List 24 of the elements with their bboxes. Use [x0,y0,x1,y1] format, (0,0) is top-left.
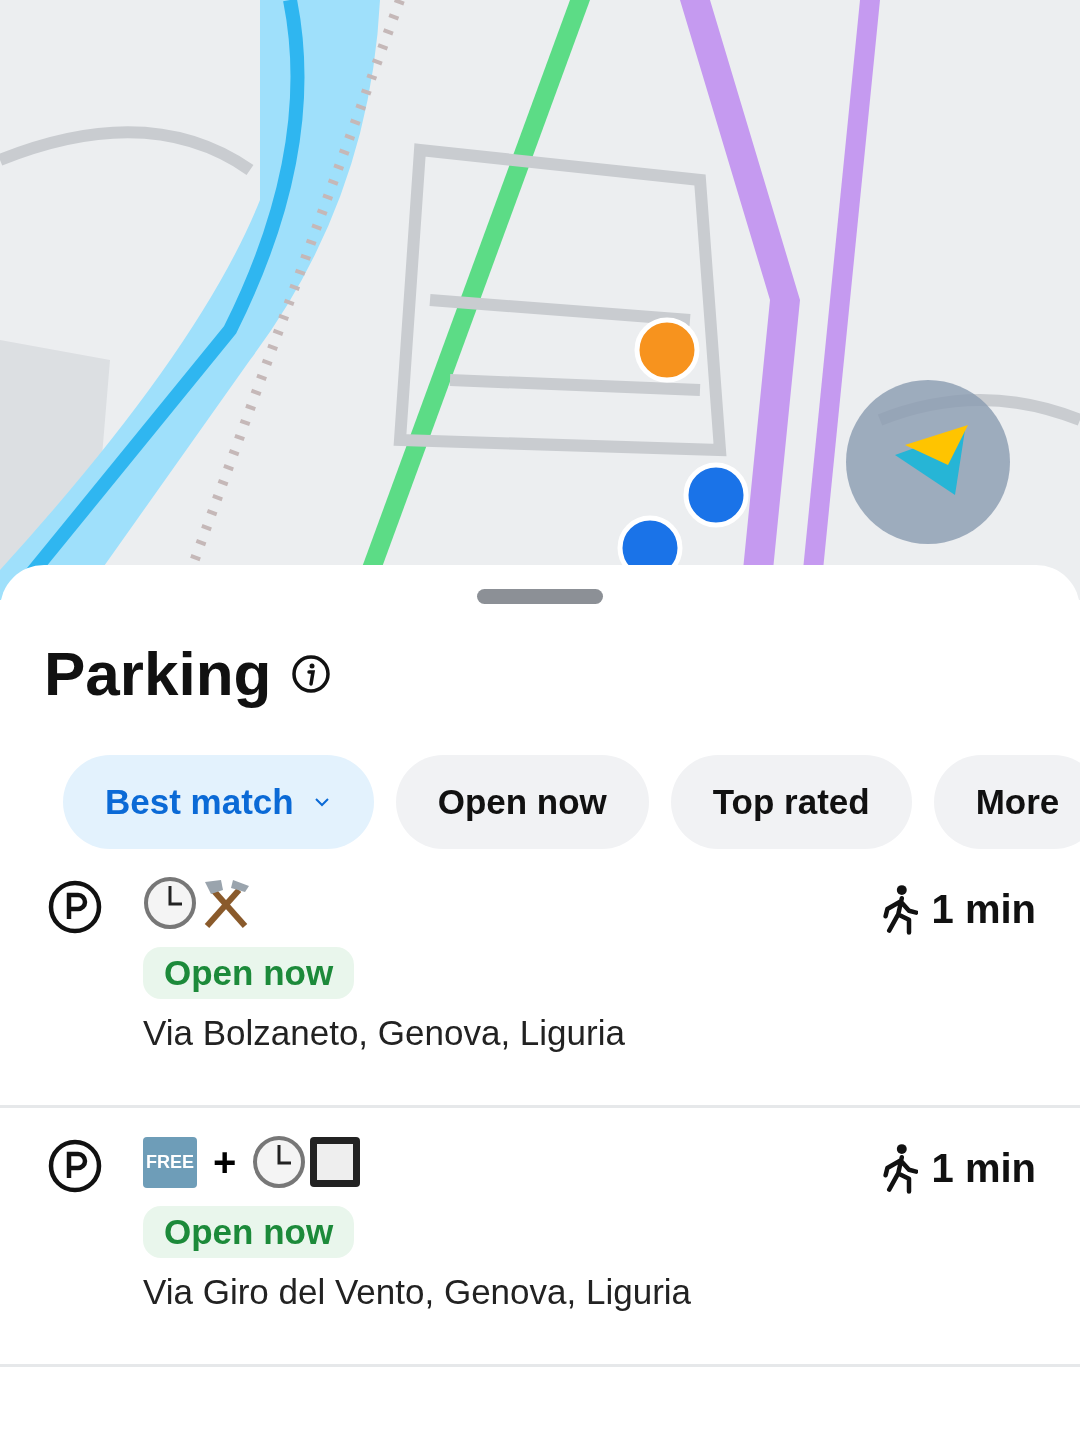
parking-icon [47,879,103,935]
free-badge: FREE [143,1136,197,1188]
open-status-badge: Open now [143,947,355,999]
filter-chip[interactable]: More [933,755,1080,849]
parking-icon [47,1138,103,1194]
clock-icon [252,1135,307,1189]
filter-chip[interactable]: Top rated [670,755,912,849]
square-icon [308,1135,363,1189]
drag-handle[interactable] [477,589,603,604]
open-status-badge: Open now [143,1206,355,1258]
filter-chip[interactable]: Best match [63,755,374,849]
address-text: Via Bolzaneto, Genova, Liguria [143,1013,625,1053]
filter-chip[interactable]: Open now [395,755,649,849]
walking-icon [881,1142,918,1194]
walk-time: 1 min [931,886,1036,932]
result-item[interactable]: Open now Via Bolzaneto, Genova, Liguria 1 min [0,849,1080,1108]
walking-icon [881,883,918,935]
plus-sign: + [213,1139,237,1185]
clock-icon [143,876,197,930]
sheet-title: Parking [44,638,272,709]
address-text: Via Giro del Vento, Genova, Liguria [143,1272,692,1312]
walk-time: 1 min [931,1145,1036,1191]
result-item[interactable]: FREE + Open now Via Giro del Vento, Genova, Liguria 1 min [0,1108,1080,1367]
info-icon[interactable] [291,653,332,694]
